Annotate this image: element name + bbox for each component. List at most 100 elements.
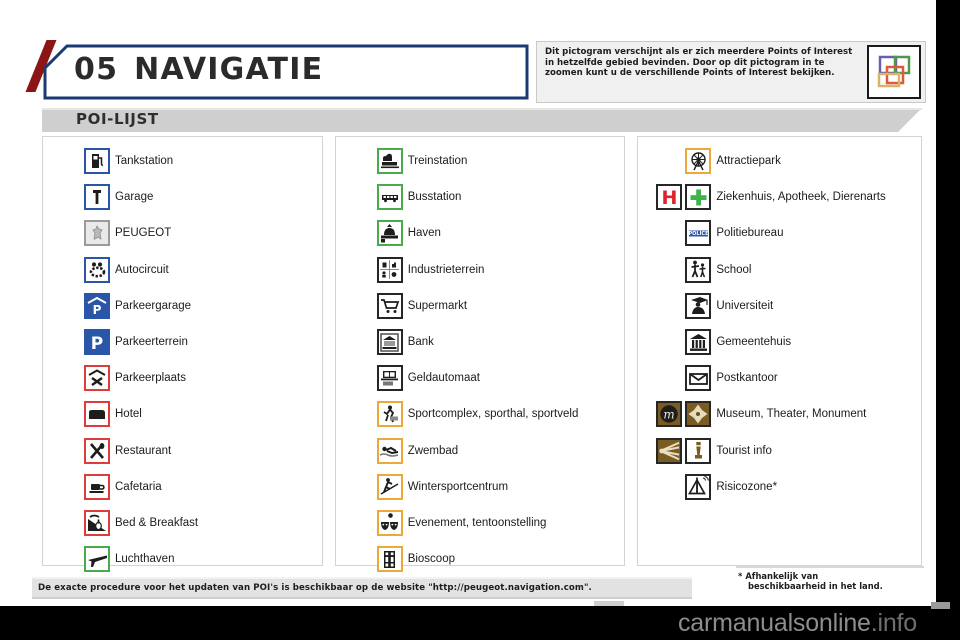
- poi-icon-group: [342, 365, 408, 392]
- poi-label: Postkantoor: [716, 372, 778, 385]
- poi-icon-group: [49, 256, 115, 283]
- poi-icon-group: [49, 220, 115, 247]
- poi-icon-group: [644, 256, 716, 283]
- town-hall-icon: [685, 329, 712, 356]
- poi-column-1: Tankstation Garage PEUGEOT Autocircuit P…: [42, 136, 323, 573]
- swimmer-icon: [376, 437, 403, 464]
- poi-label: Wintersportcentrum: [407, 480, 509, 493]
- poi-label: Hotel: [115, 408, 142, 421]
- bank-building-icon: [376, 329, 403, 356]
- hospital-h-icon: H: [656, 184, 683, 211]
- poi-row[interactable]: Risicozone*: [644, 469, 917, 505]
- poi-label: Museum, Theater, Monument: [716, 408, 867, 421]
- poi-row[interactable]: Restaurant: [49, 433, 318, 469]
- poi-label: Zwembad: [407, 444, 459, 457]
- sports-icon: [376, 401, 403, 428]
- poi-label: Ziekenhuis, Apotheek, Dierenarts: [716, 191, 886, 204]
- bed-icon: [84, 401, 110, 428]
- school-children-icon: [685, 256, 712, 283]
- poi-row[interactable]: P Parkeergarage: [49, 288, 318, 324]
- poi-row[interactable]: Autocircuit: [49, 252, 318, 288]
- poi-label: Universiteit: [716, 299, 774, 312]
- parking-lot-icon: P: [84, 329, 110, 356]
- poi-label: PEUGEOT: [115, 227, 172, 240]
- poi-label: Industrieterrein: [407, 263, 485, 276]
- poi-row[interactable]: PEUGEOT: [49, 215, 318, 251]
- poi-icon-group: [644, 473, 716, 500]
- watermark: carmanualsonline.info: [678, 609, 917, 638]
- poi-icon-group: H: [644, 184, 716, 211]
- poi-label: Bed & Breakfast: [115, 516, 199, 529]
- poi-label: Busstation: [407, 191, 462, 204]
- poi-row[interactable]: Sportcomplex, sporthal, sportveld: [342, 396, 621, 432]
- poi-row[interactable]: Bed & Breakfast: [49, 505, 318, 541]
- poi-row[interactable]: H Ziekenhuis, Apotheek, Dierenarts: [644, 179, 917, 215]
- svg-text:P: P: [93, 303, 102, 317]
- poi-label: Parkeerplaats: [115, 372, 186, 385]
- poi-row[interactable]: Haven: [342, 215, 621, 251]
- poi-row[interactable]: Treinstation: [342, 143, 621, 179]
- poi-row[interactable]: Gemeentehuis: [644, 324, 917, 360]
- poi-label: Risicozone*: [716, 480, 778, 493]
- poi-icon-group: [644, 292, 716, 319]
- poi-icon-group: [342, 509, 408, 536]
- poi-row[interactable]: Cafetaria: [49, 469, 318, 505]
- poi-icon-group: [644, 365, 716, 392]
- industry-grid-icon: [376, 256, 403, 283]
- poi-label: Evenement, tentoonstelling: [407, 516, 547, 529]
- poi-row[interactable]: Busstation: [342, 179, 621, 215]
- poi-row[interactable]: Tankstation: [49, 143, 318, 179]
- poi-row[interactable]: Zwembad: [342, 433, 621, 469]
- poi-icon-group: [49, 509, 115, 536]
- page-title: 05 NAVIGATIE: [74, 52, 323, 87]
- poi-row[interactable]: Wintersportcentrum: [342, 469, 621, 505]
- poi-icon-group: [49, 546, 115, 573]
- poi-row[interactable]: Parkeerplaats: [49, 360, 318, 396]
- poi-row[interactable]: Tourist info: [644, 433, 917, 469]
- poi-row[interactable]: Luchthaven: [49, 541, 318, 577]
- poi-row[interactable]: School: [644, 252, 917, 288]
- poi-row[interactable]: POLICE Politiebureau: [644, 215, 917, 251]
- cinema-icon: [376, 546, 403, 573]
- poi-column-2: Treinstation Busstation Haven Industriet…: [334, 136, 626, 573]
- rest-area-icon: [84, 365, 110, 392]
- poi-row[interactable]: Universiteit: [644, 288, 917, 324]
- airplane-icon: [84, 546, 110, 573]
- poi-row[interactable]: Supermarkt: [342, 288, 621, 324]
- section-title: POI-LIJST: [76, 110, 159, 128]
- poi-label: Parkeergarage: [115, 299, 192, 312]
- chapter-title: NAVIGATIE: [134, 52, 324, 87]
- bus-icon: [376, 184, 403, 211]
- poi-icon-group: [49, 184, 115, 211]
- poi-row[interactable]: Garage: [49, 179, 318, 215]
- poi-row[interactable]: m Museum, Theater, Monument: [644, 396, 917, 432]
- poi-row[interactable]: Bank: [342, 324, 621, 360]
- theatre-masks-icon: [376, 509, 403, 536]
- museum-m-icon: m: [656, 401, 683, 428]
- poi-icon-group: [342, 546, 408, 573]
- poi-row[interactable]: Industrieterrein: [342, 252, 621, 288]
- poi-row[interactable]: Evenement, tentoonstelling: [342, 505, 621, 541]
- warning-triangle-icon: [685, 473, 712, 500]
- poi-label: School: [716, 263, 752, 276]
- poi-label: Cafetaria: [115, 480, 162, 493]
- info-i-icon: [685, 437, 712, 464]
- poi-columns: Tankstation Garage PEUGEOT Autocircuit P…: [42, 136, 922, 573]
- poi-icon-group: [49, 401, 115, 428]
- svg-text:m: m: [664, 408, 675, 422]
- poi-label: Politiebureau: [716, 227, 784, 240]
- info-note-text: Dit pictogram verschijnt als er zich mee…: [545, 47, 853, 78]
- poi-row[interactable]: P Parkeerterrein: [49, 324, 318, 360]
- police-icon: POLICE: [685, 220, 712, 247]
- poi-icon-group: [644, 148, 716, 175]
- poi-label: Autocircuit: [115, 263, 169, 276]
- poi-row[interactable]: Postkantoor: [644, 360, 917, 396]
- footnote: * Afhankelijk van beschikbaarheid in het…: [738, 571, 928, 591]
- poi-row[interactable]: Attractiepark: [644, 143, 917, 179]
- poi-label: Attractiepark: [716, 155, 781, 168]
- poi-row[interactable]: Hotel: [49, 396, 318, 432]
- race-track-icon: [84, 256, 110, 283]
- poi-row[interactable]: Geldautomaat: [342, 360, 621, 396]
- poi-icon-group: [342, 437, 408, 464]
- poi-row[interactable]: Bioscoop: [342, 541, 621, 577]
